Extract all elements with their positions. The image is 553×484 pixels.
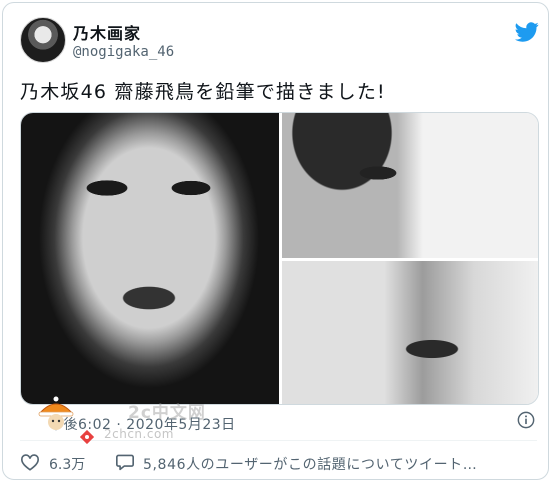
conversation-link[interactable]: 5,846人のユーザーがこの話題についてツイート…	[143, 454, 477, 474]
drawing-image-top-right[interactable]	[282, 113, 538, 258]
tweet-text: 乃木坂46 齋藤飛鳥を鉛筆で描きました!	[20, 81, 386, 103]
author-display-name[interactable]: 乃木画家	[73, 20, 141, 44]
watermark-text: 2c中文网	[128, 403, 206, 423]
watermark-mascot-icon	[38, 396, 74, 430]
watermark-pin-icon	[80, 430, 94, 444]
info-icon[interactable]	[517, 411, 535, 429]
drawing-image-bottom-right[interactable]	[282, 261, 538, 404]
avatar[interactable]	[20, 17, 66, 63]
media-grid[interactable]	[20, 112, 539, 405]
comment-icon[interactable]	[115, 453, 135, 471]
like-count[interactable]: 6.3万	[49, 454, 85, 474]
author-handle[interactable]: @nogigaka_46	[73, 44, 174, 60]
twitter-bird-icon[interactable]	[514, 20, 540, 44]
heart-icon[interactable]	[20, 453, 40, 471]
drawing-image-main[interactable]	[21, 113, 279, 404]
watermark-url: 2chcn.com	[104, 427, 174, 441]
tweet-card[interactable]: 乃木画家 @nogigaka_46 乃木坂46 齋藤飛鳥を鉛筆で描きました! 午…	[2, 2, 549, 480]
divider	[20, 440, 537, 441]
